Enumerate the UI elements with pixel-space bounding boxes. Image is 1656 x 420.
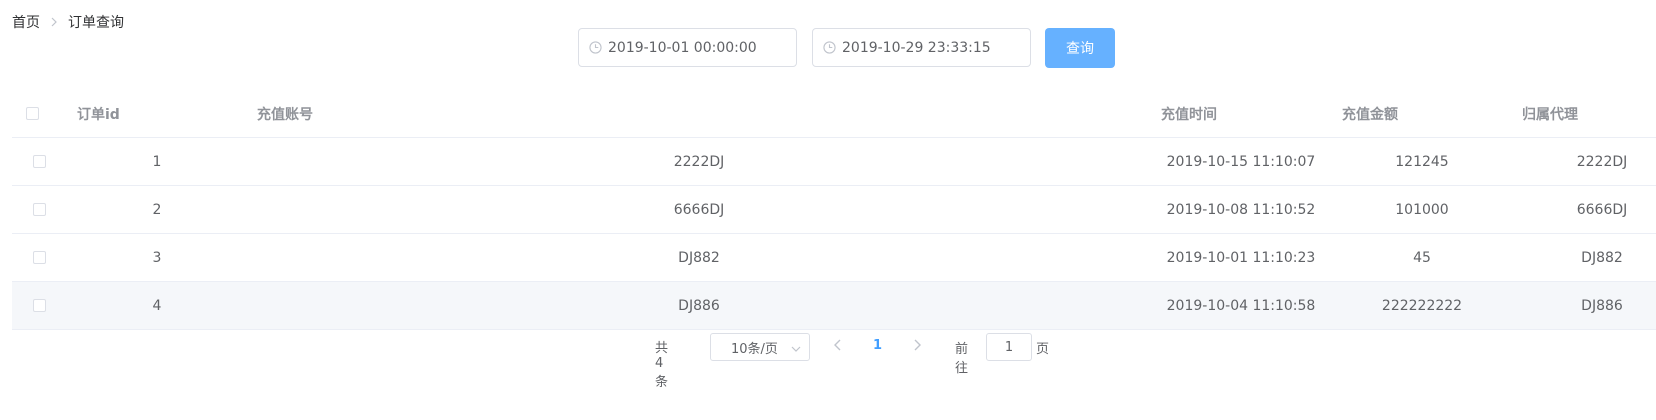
page-size-value: 10条/页	[731, 341, 778, 357]
row-checkbox[interactable]	[33, 155, 46, 168]
clock-icon	[589, 41, 602, 54]
page-number-active[interactable]: 1	[873, 338, 882, 353]
column-header-time[interactable]: 充值时间	[1161, 90, 1217, 137]
column-header-agent[interactable]: 归属代理	[1522, 90, 1578, 137]
cell-agent: 2222DJ	[1576, 153, 1628, 170]
end-date-input[interactable]: 2019-10-29 23:33:15	[812, 28, 1031, 67]
cell-account: 2222DJ	[673, 153, 725, 170]
breadcrumb-current: 订单查询	[68, 15, 124, 31]
chevron-down-icon	[791, 342, 801, 357]
table-body: 1 2222DJ 2019-10-15 11:10:07 121245 2222DJ 2 6…	[12, 138, 1656, 330]
column-header-account[interactable]: 充值账号	[257, 90, 313, 137]
breadcrumb-home[interactable]: 首页	[12, 12, 40, 32]
query-button[interactable]: 查询	[1045, 28, 1115, 68]
cell-agent: DJ882	[1581, 249, 1623, 266]
column-header-order-id[interactable]: 订单id	[77, 90, 120, 137]
start-date-value: 2019-10-01 00:00:00	[608, 39, 757, 56]
row-checkbox-cell[interactable]	[33, 234, 46, 281]
table-row[interactable]: 2 6666DJ 2019-10-08 11:10:52 101000 6666DJ	[12, 186, 1656, 234]
table-row[interactable]: 1 2222DJ 2019-10-15 11:10:07 121245 2222DJ	[12, 138, 1656, 186]
select-all-checkbox[interactable]	[26, 107, 39, 120]
prev-page-button[interactable]	[834, 339, 842, 355]
row-checkbox-cell[interactable]	[33, 186, 46, 233]
end-date-value: 2019-10-29 23:33:15	[842, 39, 991, 56]
cell-id: 3	[152, 249, 162, 266]
orders-table: 订单id 充值账号 充值时间 充值金额 归属代理 1 2222DJ 2019-10-…	[12, 90, 1656, 330]
clock-icon	[823, 41, 836, 54]
table-header: 订单id 充值账号 充值时间 充值金额 归属代理	[12, 90, 1656, 138]
cell-id: 4	[152, 297, 162, 314]
pagination-total: 共 4 条	[655, 341, 669, 390]
row-checkbox[interactable]	[33, 203, 46, 216]
next-page-button[interactable]	[913, 339, 921, 355]
start-date-input[interactable]: 2019-10-01 00:00:00	[578, 28, 797, 67]
table-row[interactable]: 3 DJ882 2019-10-01 11:10:23 45 DJ882	[12, 234, 1656, 282]
chevron-right-icon	[50, 17, 58, 27]
page-size-select[interactable]: 10条/页	[710, 333, 810, 361]
goto-page-input[interactable]: 1	[986, 333, 1032, 361]
cell-time: 2019-10-15 11:10:07	[1166, 153, 1316, 170]
row-checkbox[interactable]	[33, 299, 46, 312]
select-all-checkbox-cell[interactable]	[26, 90, 39, 137]
cell-agent: 6666DJ	[1576, 201, 1628, 218]
cell-account: DJ886	[678, 297, 720, 314]
row-checkbox[interactable]	[33, 251, 46, 264]
row-checkbox-cell[interactable]	[33, 138, 46, 185]
cell-id: 1	[152, 153, 162, 170]
cell-amount: 45	[1413, 249, 1431, 266]
cell-amount: 222222222	[1381, 297, 1463, 314]
goto-label: 前往	[955, 342, 969, 376]
cell-account: 6666DJ	[673, 201, 725, 218]
cell-id: 2	[152, 201, 162, 218]
table-row[interactable]: 4 DJ886 2019-10-04 11:10:58 222222222 DJ886	[12, 282, 1656, 330]
goto-unit: 页	[1036, 342, 1050, 357]
cell-amount: 101000	[1395, 201, 1449, 218]
cell-time: 2019-10-04 11:10:58	[1166, 297, 1316, 314]
chevron-left-icon	[834, 339, 841, 351]
cell-time: 2019-10-01 11:10:23	[1166, 249, 1316, 266]
cell-account: DJ882	[678, 249, 720, 266]
column-header-amount[interactable]: 充值金额	[1342, 90, 1398, 137]
cell-time: 2019-10-08 11:10:52	[1166, 201, 1316, 218]
chevron-right-icon	[914, 339, 921, 351]
cell-amount: 121245	[1395, 153, 1449, 170]
row-checkbox-cell[interactable]	[33, 282, 46, 329]
cell-agent: DJ886	[1581, 297, 1623, 314]
breadcrumb: 首页 订单查询	[12, 12, 124, 32]
